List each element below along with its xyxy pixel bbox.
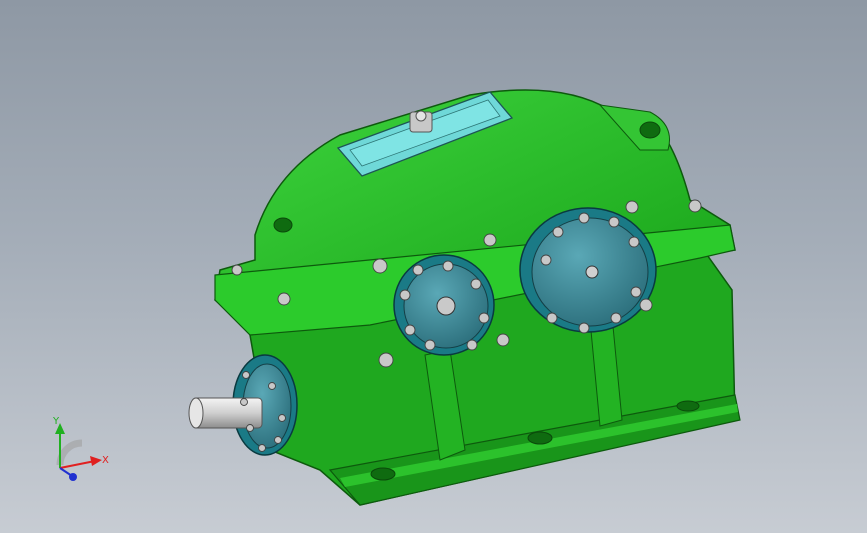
orientation-triad[interactable]: Y X	[40, 410, 120, 490]
gearbox-model[interactable]	[0, 0, 867, 533]
triad-z-head	[69, 473, 77, 481]
cad-viewport[interactable]: Y X	[0, 0, 867, 533]
input-shaft	[188, 397, 263, 429]
bearing-cap-small	[393, 254, 495, 356]
triad-x-label: X	[102, 455, 109, 466]
triad-y-label: Y	[52, 416, 60, 427]
bearing-cap-large	[519, 207, 657, 333]
triad-x-axis	[59, 460, 96, 469]
